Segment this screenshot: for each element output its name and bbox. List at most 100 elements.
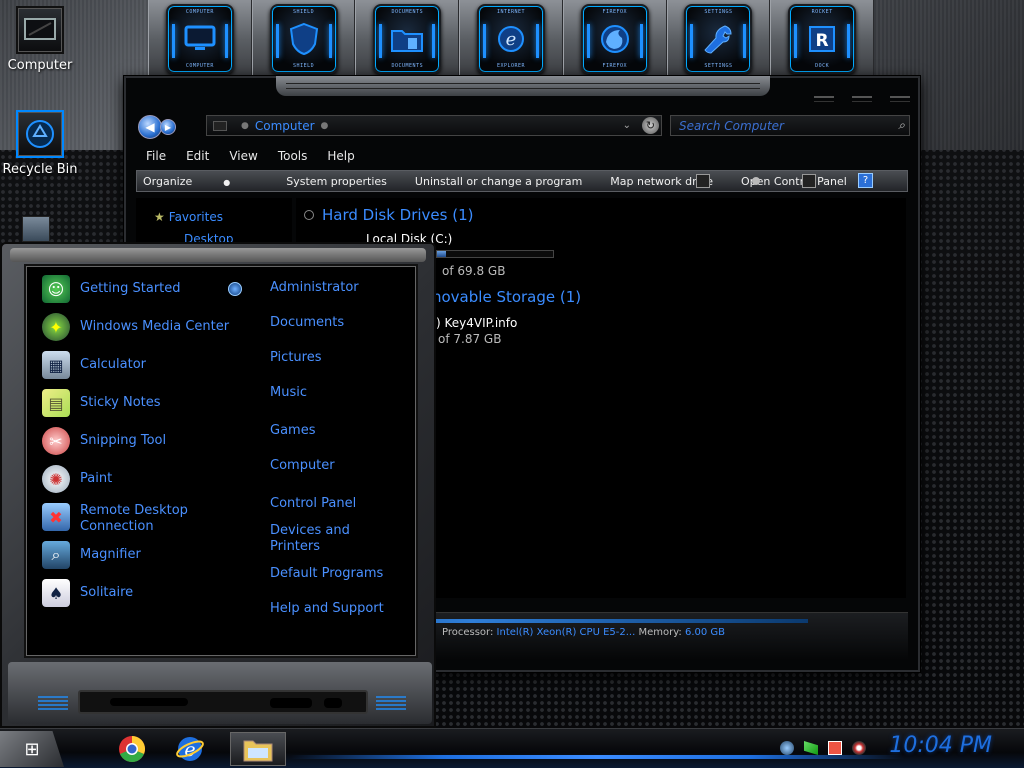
view-options-dot-icon[interactable] xyxy=(752,176,760,185)
menu-view[interactable]: View xyxy=(219,149,267,163)
taskbar-chrome[interactable] xyxy=(108,732,156,766)
tray-action-center-icon[interactable] xyxy=(828,741,842,755)
dock-item-rocket-dock[interactable]: ROCKET R DOCK xyxy=(770,0,875,78)
tray-volume-icon[interactable] xyxy=(852,741,866,755)
dock-item-settings[interactable]: SETTINGS SETTINGS xyxy=(666,0,771,78)
dock-item-internet-explorer[interactable]: INTERNET e EXPLORER xyxy=(459,0,563,78)
close-button[interactable] xyxy=(890,96,910,102)
rocket-dock: COMPUTER COMPUTER SHIELD SHIELD DOCUMENT… xyxy=(148,0,875,78)
start-link-help-support[interactable]: Help and Support xyxy=(270,601,384,617)
dock-item-firefox[interactable]: FIREFOX FIREFOX xyxy=(562,0,667,78)
computer-crumb-icon xyxy=(213,120,227,131)
tray-flag-icon[interactable] xyxy=(804,741,818,755)
start-link-pictures[interactable]: Pictures xyxy=(270,350,321,366)
svg-text:e: e xyxy=(506,29,517,50)
dock-label-top: INTERNET xyxy=(496,9,526,15)
start-button[interactable]: ⊞ xyxy=(0,731,64,767)
desktop-icon-label: Computer xyxy=(7,58,73,73)
breadcrumb-separator-icon: ● xyxy=(241,120,249,131)
start-item-getting-started[interactable]: ☺ Getting Started xyxy=(42,275,181,303)
organize-label: Organize xyxy=(143,174,193,188)
dock-label-bottom: FIREFOX xyxy=(602,63,628,69)
window-title-grip[interactable] xyxy=(276,76,770,96)
search-programs-slot[interactable] xyxy=(78,690,368,714)
start-link-default-programs[interactable]: Default Programs xyxy=(270,566,383,582)
breadcrumb-computer[interactable]: Computer xyxy=(255,119,315,133)
start-menu-footer xyxy=(8,662,432,724)
getting-started-icon: ☺ xyxy=(42,275,70,303)
start-link-documents[interactable]: Documents xyxy=(270,315,344,331)
star-icon: ★ xyxy=(154,210,165,224)
taskbar-internet-explorer[interactable]: e xyxy=(166,732,214,766)
start-menu: ☺ Getting Started ✦ Windows Media Center… xyxy=(0,242,436,728)
start-link-music[interactable]: Music xyxy=(270,385,307,401)
dock-item-shield[interactable]: SHIELD SHIELD xyxy=(251,0,356,78)
change-view-icon[interactable] xyxy=(696,173,710,188)
start-item-solitaire[interactable]: ♠ Solitaire xyxy=(42,579,133,607)
breadcrumb-separator-icon: ● xyxy=(320,120,329,131)
desktop-partial-icon[interactable] xyxy=(22,216,50,242)
group-collapse-icon[interactable] xyxy=(304,210,314,220)
user-picture-icon[interactable] xyxy=(228,282,242,296)
desktop-icon-recycle-bin[interactable]: Recycle Bin xyxy=(0,110,80,177)
desktop-icon-computer[interactable]: Computer xyxy=(0,6,80,73)
address-bar[interactable]: ● Computer ● ⌄ ↻ xyxy=(206,115,662,136)
menu-edit[interactable]: Edit xyxy=(176,149,219,163)
dock-label-top: COMPUTER xyxy=(185,9,214,15)
menu-file[interactable]: File xyxy=(136,149,176,163)
start-link-computer[interactable]: Computer xyxy=(270,458,335,474)
uninstall-program-button[interactable]: Uninstall or change a program xyxy=(415,175,582,188)
forward-button[interactable]: ▶ xyxy=(160,119,176,135)
tray-network-icon[interactable] xyxy=(780,741,794,755)
chevron-down-icon[interactable]: ⌄ xyxy=(623,120,631,131)
internet-explorer-icon: e xyxy=(498,26,525,52)
menu-tools[interactable]: Tools xyxy=(268,149,318,163)
start-item-calculator[interactable]: ▦ Calculator xyxy=(42,351,146,379)
nav-favorites[interactable]: ★ Favorites xyxy=(154,210,223,224)
start-item-label: Calculator xyxy=(80,357,147,372)
start-item-paint[interactable]: ✺ Paint xyxy=(42,465,112,493)
slot-groove xyxy=(110,698,188,706)
minimize-button[interactable] xyxy=(814,96,834,102)
start-item-label: Sticky Notes xyxy=(80,395,161,410)
wrench-icon xyxy=(704,25,732,54)
system-properties-button[interactable]: System properties xyxy=(286,175,387,188)
magnifier-icon: ⌕ xyxy=(42,541,70,569)
drive-removable[interactable]: ) Key4VIP.info xyxy=(436,316,517,330)
navigation-row: ◀ ▶ ● Computer ● ⌄ ↻ Search Computer ⌕ xyxy=(138,112,910,142)
shutdown-button[interactable] xyxy=(270,698,312,708)
group-hard-disk-drives[interactable]: Hard Disk Drives (1) xyxy=(304,206,473,224)
taskbar-file-explorer[interactable] xyxy=(230,732,286,766)
preview-pane-icon[interactable] xyxy=(802,173,816,188)
organize-button[interactable]: Organize ● xyxy=(143,175,258,188)
vent-decoration xyxy=(376,696,406,712)
shield-icon xyxy=(289,22,318,56)
dock-label-bottom: DOCUMENTS xyxy=(391,63,424,69)
taskbar-clock[interactable]: 10:04 PM xyxy=(889,733,992,758)
start-item-sticky-notes[interactable]: ▤ Sticky Notes xyxy=(42,389,161,417)
help-icon[interactable]: ? xyxy=(858,173,873,188)
start-link-games[interactable]: Games xyxy=(270,423,315,439)
start-link-control-panel[interactable]: Control Panel xyxy=(270,496,356,512)
recycle-bin-icon xyxy=(16,110,64,158)
start-item-remote-desktop[interactable]: ✖ Remote Desktop Connection xyxy=(42,503,200,535)
maximize-button[interactable] xyxy=(852,96,872,102)
dock-item-computer[interactable]: COMPUTER COMPUTER xyxy=(148,0,252,78)
refresh-button[interactable]: ↻ xyxy=(642,117,659,134)
monitor-icon xyxy=(184,25,216,50)
search-icon[interactable]: ⌕ xyxy=(898,118,905,133)
system-tray xyxy=(780,741,866,755)
back-button[interactable]: ◀ xyxy=(138,115,162,139)
menu-help[interactable]: Help xyxy=(317,149,364,163)
start-link-administrator[interactable]: Administrator xyxy=(270,280,359,296)
start-item-magnifier[interactable]: ⌕ Magnifier xyxy=(42,541,141,569)
dock-item-documents[interactable]: DOCUMENTS DOCUMENTS xyxy=(355,0,460,78)
start-link-devices-printers[interactable]: Devices and Printers xyxy=(270,523,360,555)
group-removable-storage[interactable]: novable Storage (1) xyxy=(432,288,581,306)
internet-explorer-icon: e xyxy=(176,737,204,761)
shutdown-options-button[interactable] xyxy=(324,698,342,708)
start-item-windows-media-center[interactable]: ✦ Windows Media Center xyxy=(42,313,229,341)
start-item-snipping-tool[interactable]: ✂ Snipping Tool xyxy=(42,427,166,455)
search-input[interactable]: Search Computer ⌕ xyxy=(670,115,910,136)
processor-label: Processor: xyxy=(442,627,494,638)
